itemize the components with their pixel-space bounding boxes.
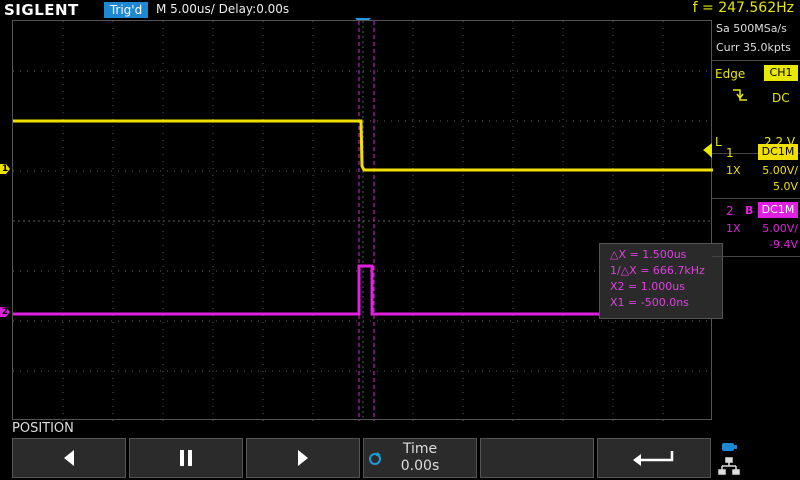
trigger-type: Edge <box>715 67 746 81</box>
ch1-probe: 1X <box>726 164 741 177</box>
sample-rate: Sa 500MSa/s <box>716 22 787 35</box>
ch1-offset-marker[interactable]: 1 <box>0 164 10 174</box>
graticule-grid <box>13 21 713 421</box>
ch1-trace <box>13 119 713 172</box>
waveform-svg <box>13 21 713 421</box>
trigger-info-panel[interactable]: Edge CH1 DC L 2.2 V <box>712 60 800 154</box>
ch1-offset: 5.0V <box>772 180 798 193</box>
menu-title: POSITION <box>12 421 74 436</box>
cursor-measurement-box: △X = 1.500us 1/△X = 666.7kHz X2 = 1.000u… <box>599 243 723 319</box>
timebase-value: M 5.00us/ <box>156 2 215 16</box>
trigger-status-badge: Trig'd <box>104 2 148 18</box>
move-right-button[interactable] <box>246 438 360 478</box>
timebase-readout[interactable]: M 5.00us/ Delay:0.00s <box>156 2 289 16</box>
memory-depth: Curr 35.0kpts <box>716 41 791 54</box>
ch2-coupling-badge: DC1M <box>758 202 798 218</box>
time-value: 0.00s <box>400 458 440 474</box>
empty-softkey[interactable] <box>480 438 594 478</box>
pause-icon <box>180 450 192 466</box>
usb-icon <box>722 443 734 451</box>
ch1-coupling-badge: DC1M <box>758 144 798 160</box>
delta-x-readout: △X = 1.500us <box>610 248 687 261</box>
trigger-source-badge: CH1 <box>764 65 798 81</box>
x1-readout: X1 = -500.0ns <box>610 296 689 309</box>
ch1-active-indicator <box>705 144 712 158</box>
ch2-offset-marker[interactable]: 2 <box>0 307 10 317</box>
time-label: Time <box>402 441 438 457</box>
right-arrow-icon <box>298 450 308 466</box>
falling-edge-icon <box>733 89 747 101</box>
return-icon <box>633 451 674 466</box>
top-status-bar: SIGLENT Trig'd M 5.00us/ Delay:0.00s f =… <box>0 0 800 20</box>
brand-logo: SIGLENT <box>4 1 79 19</box>
ch2-info-panel[interactable]: 2 B DC1M 1X 5.00V/ -9.4V <box>712 200 800 257</box>
move-left-button[interactable] <box>12 438 126 478</box>
time-position-button[interactable]: Time 0.00s <box>363 438 477 478</box>
left-arrow-icon <box>64 450 74 466</box>
ch2-offset: -9.4V <box>769 238 798 251</box>
network-icon <box>718 457 740 475</box>
return-button[interactable] <box>597 438 711 478</box>
ch2-scale: 5.00V/ <box>762 222 798 235</box>
knob-icon <box>369 452 381 465</box>
ch1-scale: 5.00V/ <box>762 164 798 177</box>
waveform-display[interactable]: △X = 1.500us 1/△X = 666.7kHz X2 = 1.000u… <box>12 20 723 421</box>
delay-value: Delay:0.00s <box>218 2 290 16</box>
inverse-delta-x-readout: 1/△X = 666.7kHz <box>610 264 705 277</box>
trigger-coupling: DC <box>772 91 790 105</box>
right-info-panel: Sa 500MSa/s Curr 35.0kpts Edge CH1 DC L … <box>705 20 800 440</box>
frequency-counter: f = 247.562Hz <box>692 0 794 16</box>
status-icons <box>718 443 740 475</box>
pause-button[interactable] <box>129 438 243 478</box>
ch1-number: 1 <box>726 146 734 160</box>
x2-readout: X2 = 1.000us <box>610 280 685 293</box>
ch2-number: 2 <box>726 204 734 218</box>
ch1-info-panel[interactable]: 1 DC1M 1X 5.00V/ 5.0V <box>712 142 800 199</box>
ch2-probe: 1X <box>726 222 741 235</box>
ch2-bw-limit: B <box>745 204 754 217</box>
